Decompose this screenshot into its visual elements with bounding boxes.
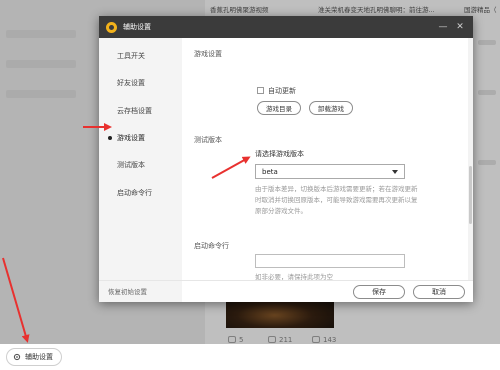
close-icon[interactable]: ✕ (454, 21, 466, 33)
sidebar-item-label: 游戏设置 (117, 134, 145, 142)
sidebar-item-launch-cmd[interactable]: 启动命令行 (99, 180, 182, 206)
sidebar-item-test-version[interactable]: 测试版本 (99, 152, 182, 178)
gear-icon (13, 353, 21, 361)
footer-divider (99, 280, 473, 281)
scrollbar-thumb[interactable] (469, 166, 472, 224)
active-indicator (108, 136, 112, 140)
reset-defaults-link[interactable]: 恢复初始设置 (108, 286, 147, 296)
auto-update-checkbox[interactable] (257, 87, 264, 94)
version-select-value: beta (262, 167, 278, 176)
game-settings-title: 游戏设置 (194, 50, 222, 58)
settings-content: 游戏设置 自动更新 游戏目录 卸载游戏 测试版本 请选择游戏版本 beta 由于… (182, 38, 473, 302)
sidebar-item-label: 云存档设置 (117, 107, 152, 115)
sidebar-item-label: 测试版本 (117, 161, 145, 169)
version-hint-line: 原部分游戏文件。 (255, 207, 307, 215)
assist-settings-dialog: 辅助设置 — ✕ 工具开关 好友设置 云存档设置 游戏设置 测试版本 启动命令行… (99, 16, 473, 302)
scrollbar-track[interactable] (468, 38, 473, 280)
launch-cmd-title: 启动命令行 (194, 242, 229, 250)
sidebar-item-label: 好友设置 (117, 79, 145, 87)
app-logo-icon (106, 21, 117, 33)
test-version-title: 测试版本 (194, 136, 222, 144)
assist-settings-button[interactable]: 辅助设置 (6, 348, 62, 366)
sidebar-item-friends[interactable]: 好友设置 (99, 70, 182, 96)
version-select[interactable]: beta (255, 164, 405, 179)
save-button[interactable]: 保存 (353, 285, 405, 299)
dialog-titlebar[interactable]: 辅助设置 — ✕ (99, 16, 473, 38)
settings-sidebar: 工具开关 好友设置 云存档设置 游戏设置 测试版本 启动命令行 (99, 38, 182, 302)
version-hint-line: 时取消并切换回原版本，可能导致游戏需要再次更新以复 (255, 196, 418, 204)
select-version-label: 请选择游戏版本 (255, 150, 304, 158)
game-directory-button[interactable]: 游戏目录 (257, 101, 301, 115)
auto-update-label: 自动更新 (268, 87, 296, 95)
chevron-down-icon (392, 170, 398, 174)
bottom-bar (0, 344, 500, 370)
cancel-button[interactable]: 取消 (413, 285, 465, 299)
sidebar-item-label: 工具开关 (117, 52, 145, 60)
version-hint-line: 由于版本差异，切换版本后游戏需要更新；若在游戏更新 (255, 185, 418, 193)
sidebar-item-cloud-save[interactable]: 云存档设置 (99, 98, 182, 124)
sidebar-item-tool-switch[interactable]: 工具开关 (99, 43, 182, 69)
assist-settings-label: 辅助设置 (25, 353, 53, 361)
dialog-title: 辅助设置 (123, 23, 151, 31)
minimize-icon[interactable]: — (437, 21, 449, 33)
sidebar-item-game-settings[interactable]: 游戏设置 (99, 125, 182, 151)
launch-cmd-input[interactable] (255, 254, 405, 268)
sidebar-item-label: 启动命令行 (117, 189, 152, 197)
uninstall-game-button[interactable]: 卸载游戏 (309, 101, 353, 115)
